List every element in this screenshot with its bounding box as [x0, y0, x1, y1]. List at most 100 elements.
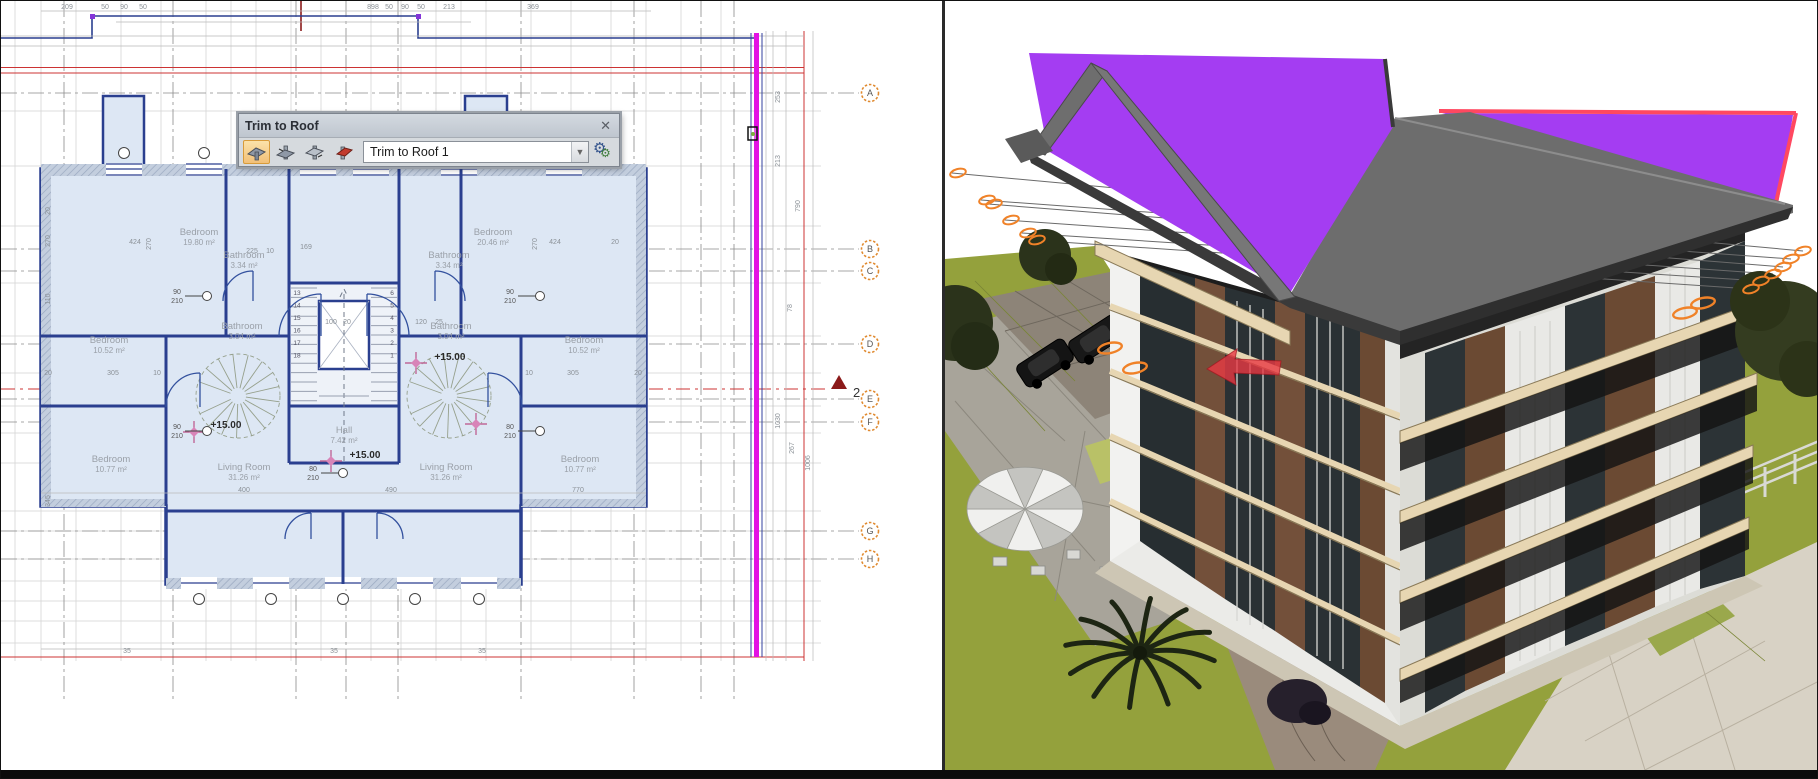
svg-text:209: 209 — [61, 4, 73, 11]
custom-trim-button[interactable] — [330, 140, 357, 164]
bush[interactable] — [1299, 701, 1331, 725]
svg-text:2: 2 — [390, 340, 394, 347]
view-3d[interactable] — [945, 1, 1818, 770]
svg-text:25: 25 — [435, 319, 443, 326]
svg-text:7.42 m²: 7.42 m² — [330, 436, 357, 445]
svg-text:1030: 1030 — [775, 413, 782, 429]
svg-text:80: 80 — [309, 466, 317, 473]
svg-text:Bedroom: Bedroom — [561, 454, 600, 465]
svg-text:Bathroom: Bathroom — [221, 321, 262, 332]
svg-text:3: 3 — [390, 328, 394, 335]
building-footprint[interactable] — [41, 96, 646, 605]
svg-text:20: 20 — [343, 319, 351, 326]
svg-text:+15.00: +15.00 — [435, 352, 466, 363]
svg-text:305: 305 — [567, 370, 579, 377]
svg-text:D: D — [867, 339, 874, 349]
svg-text:90: 90 — [401, 4, 409, 11]
svg-text:F: F — [867, 417, 873, 427]
trim-keep-lower-button[interactable] — [301, 140, 328, 164]
roof-outline[interactable] — [1, 16, 759, 38]
svg-text:253: 253 — [775, 91, 782, 103]
svg-text:Living Room: Living Room — [218, 462, 271, 473]
svg-text:A: A — [867, 88, 873, 98]
svg-text:10.52 m²: 10.52 m² — [568, 346, 600, 355]
svg-text:35: 35 — [478, 648, 486, 655]
svg-text:213: 213 — [775, 155, 782, 167]
svg-text:210: 210 — [504, 298, 516, 305]
selection-node[interactable] — [416, 14, 421, 19]
svg-text:20: 20 — [634, 370, 642, 377]
svg-text:20: 20 — [611, 239, 619, 246]
svg-text:50: 50 — [101, 4, 109, 11]
svg-text:10: 10 — [525, 370, 533, 377]
svg-text:3.04 m²: 3.04 m² — [437, 332, 464, 341]
svg-text:Bedroom: Bedroom — [180, 227, 219, 238]
svg-text:424: 424 — [129, 239, 141, 246]
svg-text:1006: 1006 — [805, 455, 812, 471]
trim-keep-upper-button[interactable] — [272, 140, 299, 164]
svg-text:2: 2 — [853, 385, 860, 400]
svg-text:B: B — [867, 244, 873, 254]
svg-text:213: 213 — [443, 4, 455, 11]
gazebo-umbrella[interactable] — [967, 467, 1083, 551]
trim-elements-to-roof-button[interactable] — [243, 140, 270, 164]
svg-text:15: 15 — [293, 315, 301, 322]
dialog-titlebar[interactable]: Trim to Roof ✕ — [239, 114, 619, 138]
svg-text:20.46 m²: 20.46 m² — [477, 238, 509, 247]
svg-text:90: 90 — [173, 424, 181, 431]
svg-text:169: 169 — [300, 244, 312, 251]
svg-text:Bedroom: Bedroom — [92, 454, 131, 465]
svg-text:6: 6 — [390, 290, 394, 297]
svg-text:270: 270 — [45, 235, 52, 247]
trim-to-roof-dialog[interactable]: Trim to Roof ✕ Trim to Roof 1 ▼ — [238, 113, 620, 167]
floor-plan-view[interactable]: 2 ABCDEFGH Bedroom19.80 m²Bedroom20.46 m… — [1, 1, 942, 770]
settings-gears-icon[interactable]: ⚙⚙ — [591, 141, 615, 163]
svg-text:1: 1 — [390, 353, 394, 360]
svg-text:78: 78 — [787, 304, 794, 312]
svg-text:Bathroom: Bathroom — [223, 250, 264, 261]
svg-text:10: 10 — [266, 248, 274, 255]
svg-text:5: 5 — [390, 303, 394, 310]
cursor-icon — [748, 127, 757, 140]
svg-text:345: 345 — [45, 495, 52, 507]
svg-text:Living Room: Living Room — [420, 462, 473, 473]
section-marker[interactable]: 2 — [831, 375, 860, 400]
svg-text:424: 424 — [549, 239, 561, 246]
svg-text:270: 270 — [532, 238, 539, 250]
svg-text:3.04 m²: 3.04 m² — [228, 332, 255, 341]
svg-text:18: 18 — [293, 353, 301, 360]
svg-text:90: 90 — [506, 289, 514, 296]
svg-text:110: 110 — [45, 293, 52, 304]
svg-text:50: 50 — [139, 4, 147, 11]
app-window: 2 ABCDEFGH Bedroom19.80 m²Bedroom20.46 m… — [0, 0, 1818, 779]
svg-text:Bedroom: Bedroom — [474, 227, 513, 238]
svg-text:10.77 m²: 10.77 m² — [564, 465, 596, 474]
svg-text:4: 4 — [390, 315, 394, 322]
svg-text:13: 13 — [293, 290, 301, 297]
dropdown-arrow-icon[interactable]: ▼ — [571, 142, 588, 162]
svg-text:90: 90 — [173, 289, 181, 296]
svg-text:490: 490 — [385, 487, 397, 494]
svg-text:305: 305 — [107, 370, 119, 377]
svg-text:369: 369 — [527, 4, 539, 11]
trim-operation-field[interactable]: Trim to Roof 1 ▼ — [363, 141, 589, 163]
window-edge — [1, 770, 1818, 779]
svg-text:225: 225 — [246, 248, 258, 255]
svg-text:210: 210 — [307, 475, 319, 482]
svg-text:19.80 m²: 19.80 m² — [183, 238, 215, 247]
svg-text:Bedroom: Bedroom — [90, 335, 129, 346]
svg-text:16: 16 — [293, 328, 301, 335]
grid-bubbles[interactable]: ABCDEFGH — [862, 85, 879, 568]
svg-text:Bathroom: Bathroom — [428, 250, 469, 261]
svg-text:3.34 m²: 3.34 m² — [435, 261, 462, 270]
svg-text:20: 20 — [45, 207, 52, 215]
trim-operation-value: Trim to Roof 1 — [364, 145, 571, 159]
svg-text:80: 80 — [506, 424, 514, 431]
svg-text:210: 210 — [504, 433, 516, 440]
close-icon[interactable]: ✕ — [598, 118, 613, 134]
svg-text:31.26 m²: 31.26 m² — [430, 473, 462, 482]
selection-node[interactable] — [90, 14, 95, 19]
svg-text:35: 35 — [330, 648, 338, 655]
svg-text:50: 50 — [385, 4, 393, 11]
svg-text:120: 120 — [415, 319, 427, 326]
